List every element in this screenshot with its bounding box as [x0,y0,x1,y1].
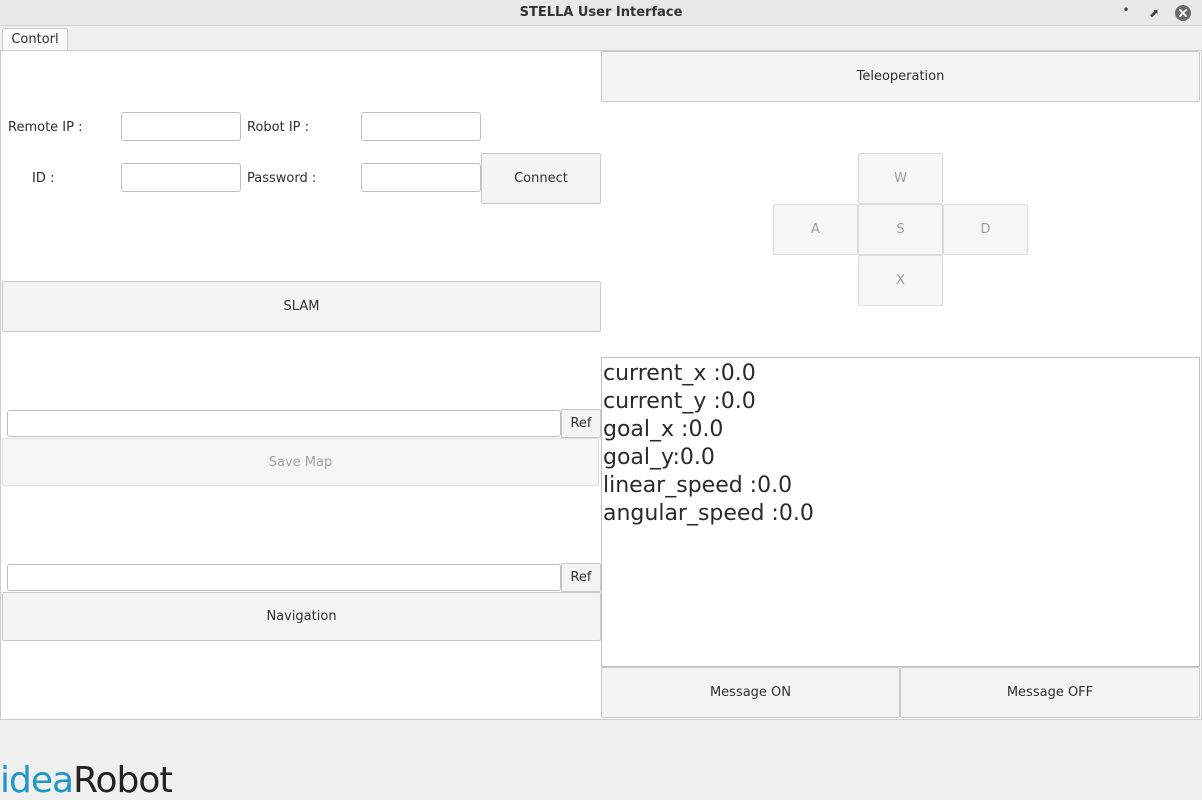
navigation-ref-button[interactable]: Ref [561,563,601,592]
logo-part-robot: Robot [73,762,173,800]
status-goal-y: goal_y:0.0 [603,445,715,470]
robot-ip-label: Robot IP : [247,120,310,135]
status-current-x: current_x :0.0 [603,361,756,386]
robot-ip-input[interactable] [361,112,481,141]
close-glyph [1179,9,1187,17]
key-a-button[interactable]: A [773,204,858,255]
status-angular-speed: angular_speed :0.0 [603,501,814,526]
status-linear-speed: linear_speed :0.0 [603,473,793,498]
logo-part-idea: idea [0,762,74,800]
password-label: Password : [247,171,317,186]
id-input[interactable] [121,163,241,192]
remote-ip-input[interactable] [121,112,241,141]
maximize-icon[interactable]: ⬈ [1145,4,1163,22]
minimize-icon[interactable]: • [1117,1,1135,19]
connect-button[interactable]: Connect [481,153,601,204]
status-current-y: current_y :0.0 [603,389,756,414]
password-input[interactable] [361,163,481,192]
save-map-path-input[interactable] [7,410,561,437]
tab-control[interactable]: Contorl [2,28,68,52]
idearobot-logo: ideaRobot [0,762,172,800]
remote-ip-label: Remote IP : [8,120,83,135]
slam-button[interactable]: SLAM [2,281,601,332]
key-d-button[interactable]: D [943,204,1028,255]
key-w-button[interactable]: W [858,153,943,204]
id-label: ID : [32,171,55,186]
teleoperation-button[interactable]: Teleoperation [601,51,1200,102]
close-icon[interactable] [1175,5,1191,21]
key-x-button[interactable]: X [858,255,943,306]
status-display: current_x :0.0 current_y :0.0 goal_x :0.… [601,357,1200,667]
status-goal-x: goal_x :0.0 [603,417,724,442]
title-bar: STELLA User Interface • ⬈ [0,0,1202,26]
save-map-button[interactable]: Save Map [2,438,599,486]
tab-bar: Contorl [0,26,1202,52]
save-map-ref-button[interactable]: Ref [561,409,601,438]
window-title: STELLA User Interface [519,5,683,20]
message-off-button[interactable]: Message OFF [900,667,1200,718]
navigation-button[interactable]: Navigation [2,592,601,641]
message-on-button[interactable]: Message ON [601,667,900,718]
navigation-map-path-input[interactable] [7,564,561,591]
key-s-button[interactable]: S [858,204,943,255]
